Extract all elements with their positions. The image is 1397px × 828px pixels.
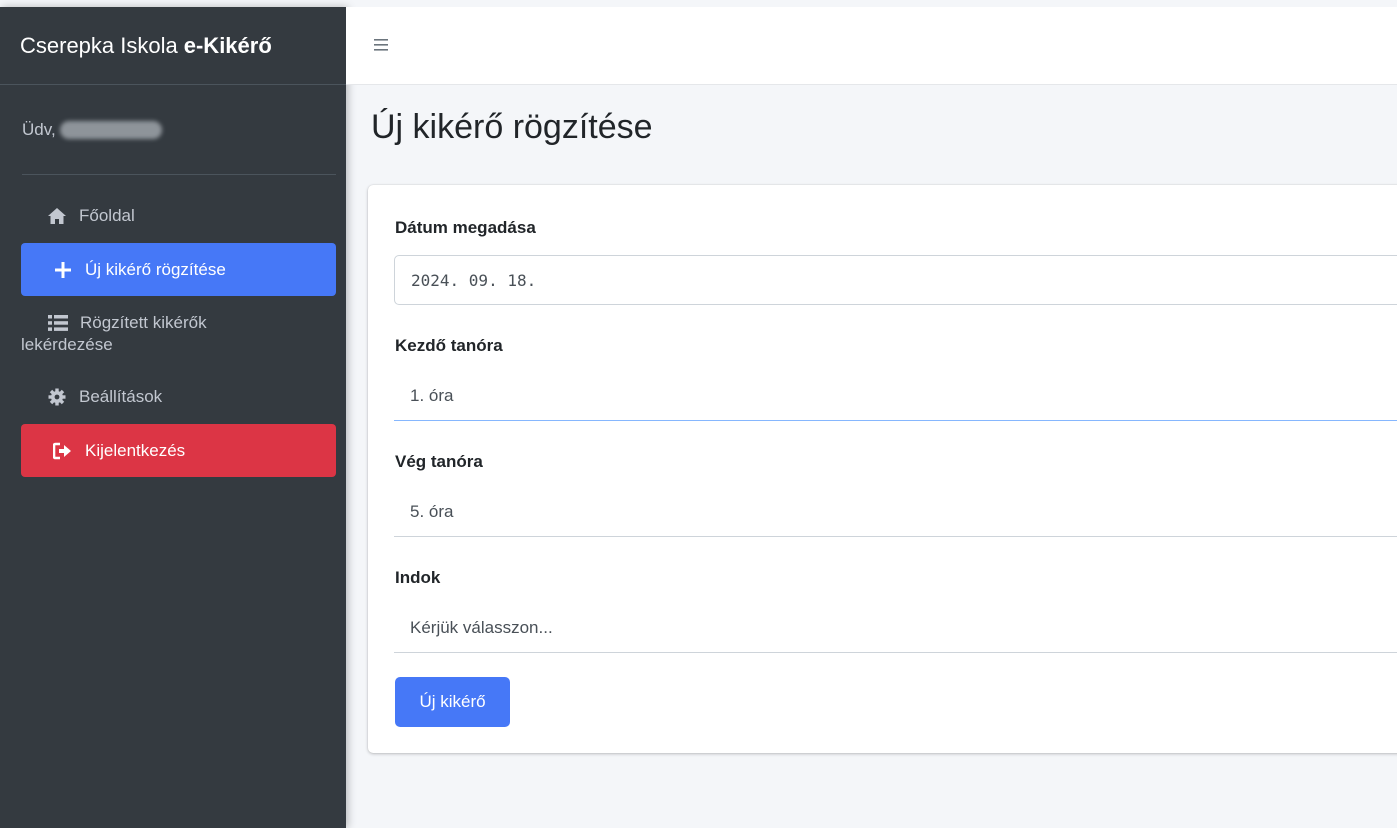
gear-icon	[47, 386, 67, 408]
reason-label: Indok	[395, 568, 441, 587]
hamburger-icon[interactable]	[374, 38, 394, 54]
sidebar-nav: Főoldal Új kikérő rögzítése Rögzített ki…	[0, 175, 346, 477]
end-lesson-select[interactable]: 5. óra	[394, 487, 1397, 537]
user-greeting: Üdv,	[22, 119, 56, 139]
sidebar-item-home[interactable]: Főoldal	[21, 191, 336, 241]
plus-icon	[53, 259, 73, 281]
sidebar-item-logout[interactable]: Kijelentkezés	[21, 424, 336, 477]
sidebar-item-label: Kijelentkezés	[85, 441, 186, 460]
sidebar-item-settings[interactable]: Beállítások	[21, 372, 336, 422]
redacted-username	[59, 120, 162, 139]
user-panel: Üdv,	[22, 85, 336, 175]
list-icon	[48, 312, 68, 334]
sidebar-item-label: Főoldal	[79, 206, 135, 225]
sidebar: Cserepka Iskola e-Kikérő Üdv, Főoldal Új…	[0, 7, 346, 828]
brand-app-name: e-Kikérő	[183, 32, 272, 58]
sidebar-item-new-request[interactable]: Új kikérő rögzítése	[21, 243, 336, 296]
top-navbar	[346, 7, 1397, 85]
submit-new-request-button[interactable]: Új kikérő	[395, 677, 510, 727]
start-lesson-select[interactable]: 1. óra	[394, 371, 1397, 421]
page-title: Új kikérő rögzítése	[371, 108, 653, 146]
date-input[interactable]: 2024. 09. 18.	[394, 255, 1397, 305]
sidebar-item-label: Új kikérő rögzítése	[85, 260, 226, 279]
start-lesson-label: Kezdő tanóra	[395, 336, 503, 355]
sign-out-icon	[53, 440, 73, 462]
date-label: Dátum megadása	[395, 218, 536, 237]
sidebar-item-label-line2: lekérdezése	[21, 335, 113, 354]
home-icon	[47, 205, 67, 227]
new-request-form-card: Dátum megadása 2024. 09. 18. Kezdő tanór…	[368, 185, 1397, 753]
brand-school-name: Cserepka Iskola	[20, 32, 178, 58]
sidebar-item-recorded-requests[interactable]: Rögzített kikérők lekérdezése	[21, 298, 336, 370]
brand-link[interactable]: Cserepka Iskola e-Kikérő	[0, 7, 346, 85]
end-lesson-label: Vég tanóra	[395, 452, 483, 471]
reason-select[interactable]: Kérjük válasszon...	[394, 603, 1397, 653]
sidebar-item-label: Beállítások	[79, 387, 163, 406]
sidebar-item-label-line1: Rögzített kikérők	[80, 313, 207, 332]
